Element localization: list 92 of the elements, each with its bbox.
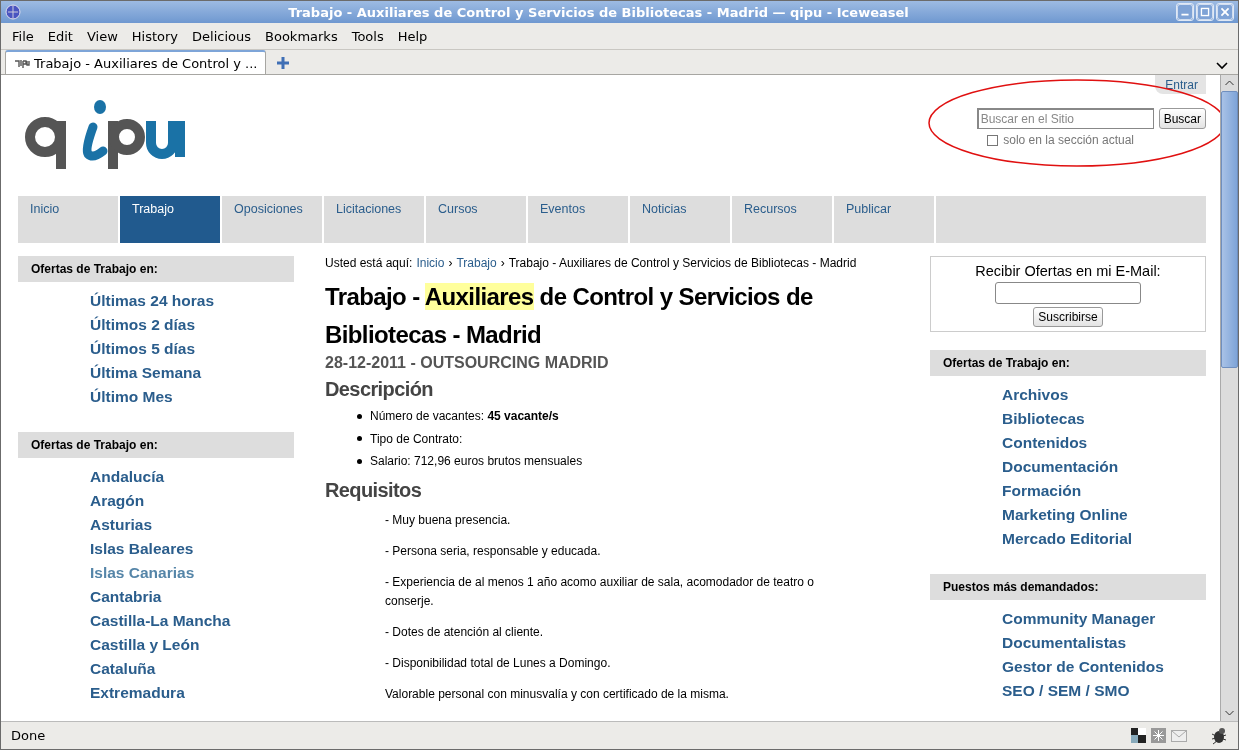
sidebar-link[interactable]: Formación <box>1002 481 1206 500</box>
page-heading: Trabajo - Auxiliares de Control y Servicios de Bibliotecas - Madrid <box>325 282 814 350</box>
menu-item[interactable]: File <box>5 28 41 44</box>
section-title: Requisitos <box>325 478 423 502</box>
scroll-thumb[interactable] <box>1221 91 1238 368</box>
breadcrumb-link[interactable]: Trabajo <box>456 256 497 270</box>
maximize-icon[interactable] <box>1196 3 1214 21</box>
section-heading: Puestos más demandados: <box>930 574 1206 600</box>
sidebar-link[interactable]: Documentación <box>1002 457 1206 476</box>
squares-icon[interactable] <box>1131 728 1146 743</box>
nav-tab[interactable]: Licitaciones <box>324 196 426 243</box>
description-item: Salario: 712,96 euros brutos mensuales <box>370 454 583 469</box>
sidebar-link[interactable]: Islas Canarias <box>90 563 294 582</box>
sidebar-link[interactable]: Castilla y León <box>90 635 294 654</box>
sidebar-link[interactable]: Castilla-La Mancha <box>90 611 294 630</box>
sidebar-link[interactable]: Marketing Online <box>1002 505 1206 524</box>
bullet-icon <box>357 413 362 419</box>
bullet-icon <box>357 436 362 442</box>
menu-item[interactable]: View <box>79 28 125 44</box>
sidebar-link[interactable]: Último Mes <box>90 387 294 406</box>
menu-item[interactable]: Tools <box>344 28 391 44</box>
section-heading: Ofertas de Trabajo en: <box>18 432 294 458</box>
nav-tab[interactable]: Eventos <box>528 196 630 243</box>
nav-tab[interactable]: Recursos <box>732 196 834 243</box>
breadcrumb-label: Usted está aquí: <box>325 256 413 270</box>
window-title: Trabajo - Auxiliares de Control y Servicios de Bibliotecas - Madrid — qipu - Iceweasel <box>287 4 910 20</box>
breadcrumb-current: Trabajo - Auxiliares de Control y Servicios de Bibliotecas - Madrid <box>508 256 857 270</box>
description-item: Tipo de Contrato: <box>370 431 463 446</box>
section-heading: Ofertas de Trabajo en: <box>18 256 294 282</box>
sidebar-link[interactable]: Cataluña <box>90 659 294 678</box>
login-link[interactable]: Entrar <box>1155 75 1206 94</box>
subscribe-button[interactable]: Suscribirse <box>1033 307 1103 327</box>
sidebar-link[interactable]: Últimos 2 días <box>90 315 294 334</box>
sidebar-link[interactable]: Andalucía <box>90 467 294 486</box>
sidebar-link[interactable]: Últimos 5 días <box>90 339 294 358</box>
menu-item[interactable]: Edit <box>40 28 80 44</box>
sidebar-link[interactable]: Gestor de Contenidos <box>1002 657 1206 676</box>
sidebar-link[interactable]: Mercado Editorial <box>1002 529 1206 548</box>
requirement-text: - Disponibilidad total de Lunes a Domingo. <box>385 654 612 672</box>
mail-icon[interactable] <box>1171 729 1187 742</box>
sidebar-link[interactable]: Islas Baleares <box>90 539 294 558</box>
sidebar-link[interactable]: Community Manager <box>1002 609 1206 628</box>
checkbox-label: solo en la sección actual <box>1003 133 1134 147</box>
sidebar-link[interactable]: Archivos <box>1002 385 1206 404</box>
sidebar-link[interactable]: Última Semana <box>90 363 294 382</box>
requirement-text: - Experiencia de al menos 1 año acomo auxiliar de sala, acomodador de teatro o conserje. <box>385 573 815 610</box>
section-title: Descripción <box>325 378 434 401</box>
sidebar-link[interactable]: Bibliotecas <box>1002 409 1206 428</box>
chevron-icon[interactable] <box>1216 62 1228 70</box>
section-heading: Ofertas de Trabajo en: <box>930 350 1206 376</box>
sidebar-link[interactable]: Extremadura <box>90 683 294 702</box>
scrollbar[interactable] <box>1220 75 1238 721</box>
sidebar-link[interactable]: Contenidos <box>1002 433 1206 452</box>
nav-tab[interactable]: Noticias <box>630 196 732 243</box>
menu-item[interactable]: History <box>124 28 186 44</box>
search-button[interactable]: Buscar <box>1158 108 1206 129</box>
globe-icon <box>5 4 21 20</box>
nav-tab[interactable]: Oposiciones <box>222 196 324 243</box>
sidebar-link[interactable]: Aragón <box>90 491 294 510</box>
subscribe-label: Recibir Ofertas en mi E-Mail: <box>975 263 1161 279</box>
note-text: Valorable personal con minusvalía y con certificado de la misma. <box>385 685 730 703</box>
breadcrumb-link[interactable]: Inicio <box>416 256 445 270</box>
menu-item[interactable]: Delicious <box>185 28 259 44</box>
requirement-text: - Persona seria, responsable y educada. <box>385 542 602 560</box>
sidebar-link[interactable]: SEO / SEM / SMO <box>1002 681 1206 700</box>
checkbox[interactable] <box>987 134 999 146</box>
nav-tab[interactable]: Trabajo <box>120 196 222 243</box>
bug-icon[interactable] <box>1210 726 1228 745</box>
nav-tab[interactable]: Publicar <box>834 196 936 243</box>
bullet-icon <box>357 458 362 464</box>
snowflake-icon[interactable] <box>1151 728 1166 743</box>
breadcrumb-separator: › <box>500 256 505 270</box>
sidebar-link[interactable]: Cantabria <box>90 587 294 606</box>
minimize-icon[interactable] <box>1176 3 1194 21</box>
search-field[interactable]: Buscar en el Sitio <box>976 108 1154 129</box>
email-field[interactable] <box>995 282 1141 304</box>
nav-tab[interactable]: Cursos <box>426 196 528 243</box>
description-item: Número de vacantes: 45 vacante/s <box>370 409 559 424</box>
sidebar-link[interactable]: Documentalistas <box>1002 633 1206 652</box>
logo-drawing[interactable] <box>25 99 186 169</box>
status-text: Done <box>11 728 47 743</box>
new-tab-icon[interactable] <box>276 56 291 70</box>
menu-item[interactable]: Help <box>390 28 435 44</box>
close-icon[interactable] <box>1216 3 1234 21</box>
requirement-text: - Muy buena presencia. <box>385 511 512 529</box>
requirement-text: - Dotes de atención al cliente. <box>385 623 545 641</box>
sidebar-link[interactable]: Asturias <box>90 515 294 534</box>
sidebar-link[interactable]: Últimas 24 horas <box>90 291 294 310</box>
breadcrumb-separator: › <box>448 256 453 270</box>
menu-item[interactable]: Bookmarks <box>258 28 345 44</box>
date-company: 28-12-2011 - OUTSOURCING MADRID <box>325 354 610 372</box>
browser-tab[interactable]: Trabajo - Auxiliares de Control y ... <box>5 50 267 74</box>
